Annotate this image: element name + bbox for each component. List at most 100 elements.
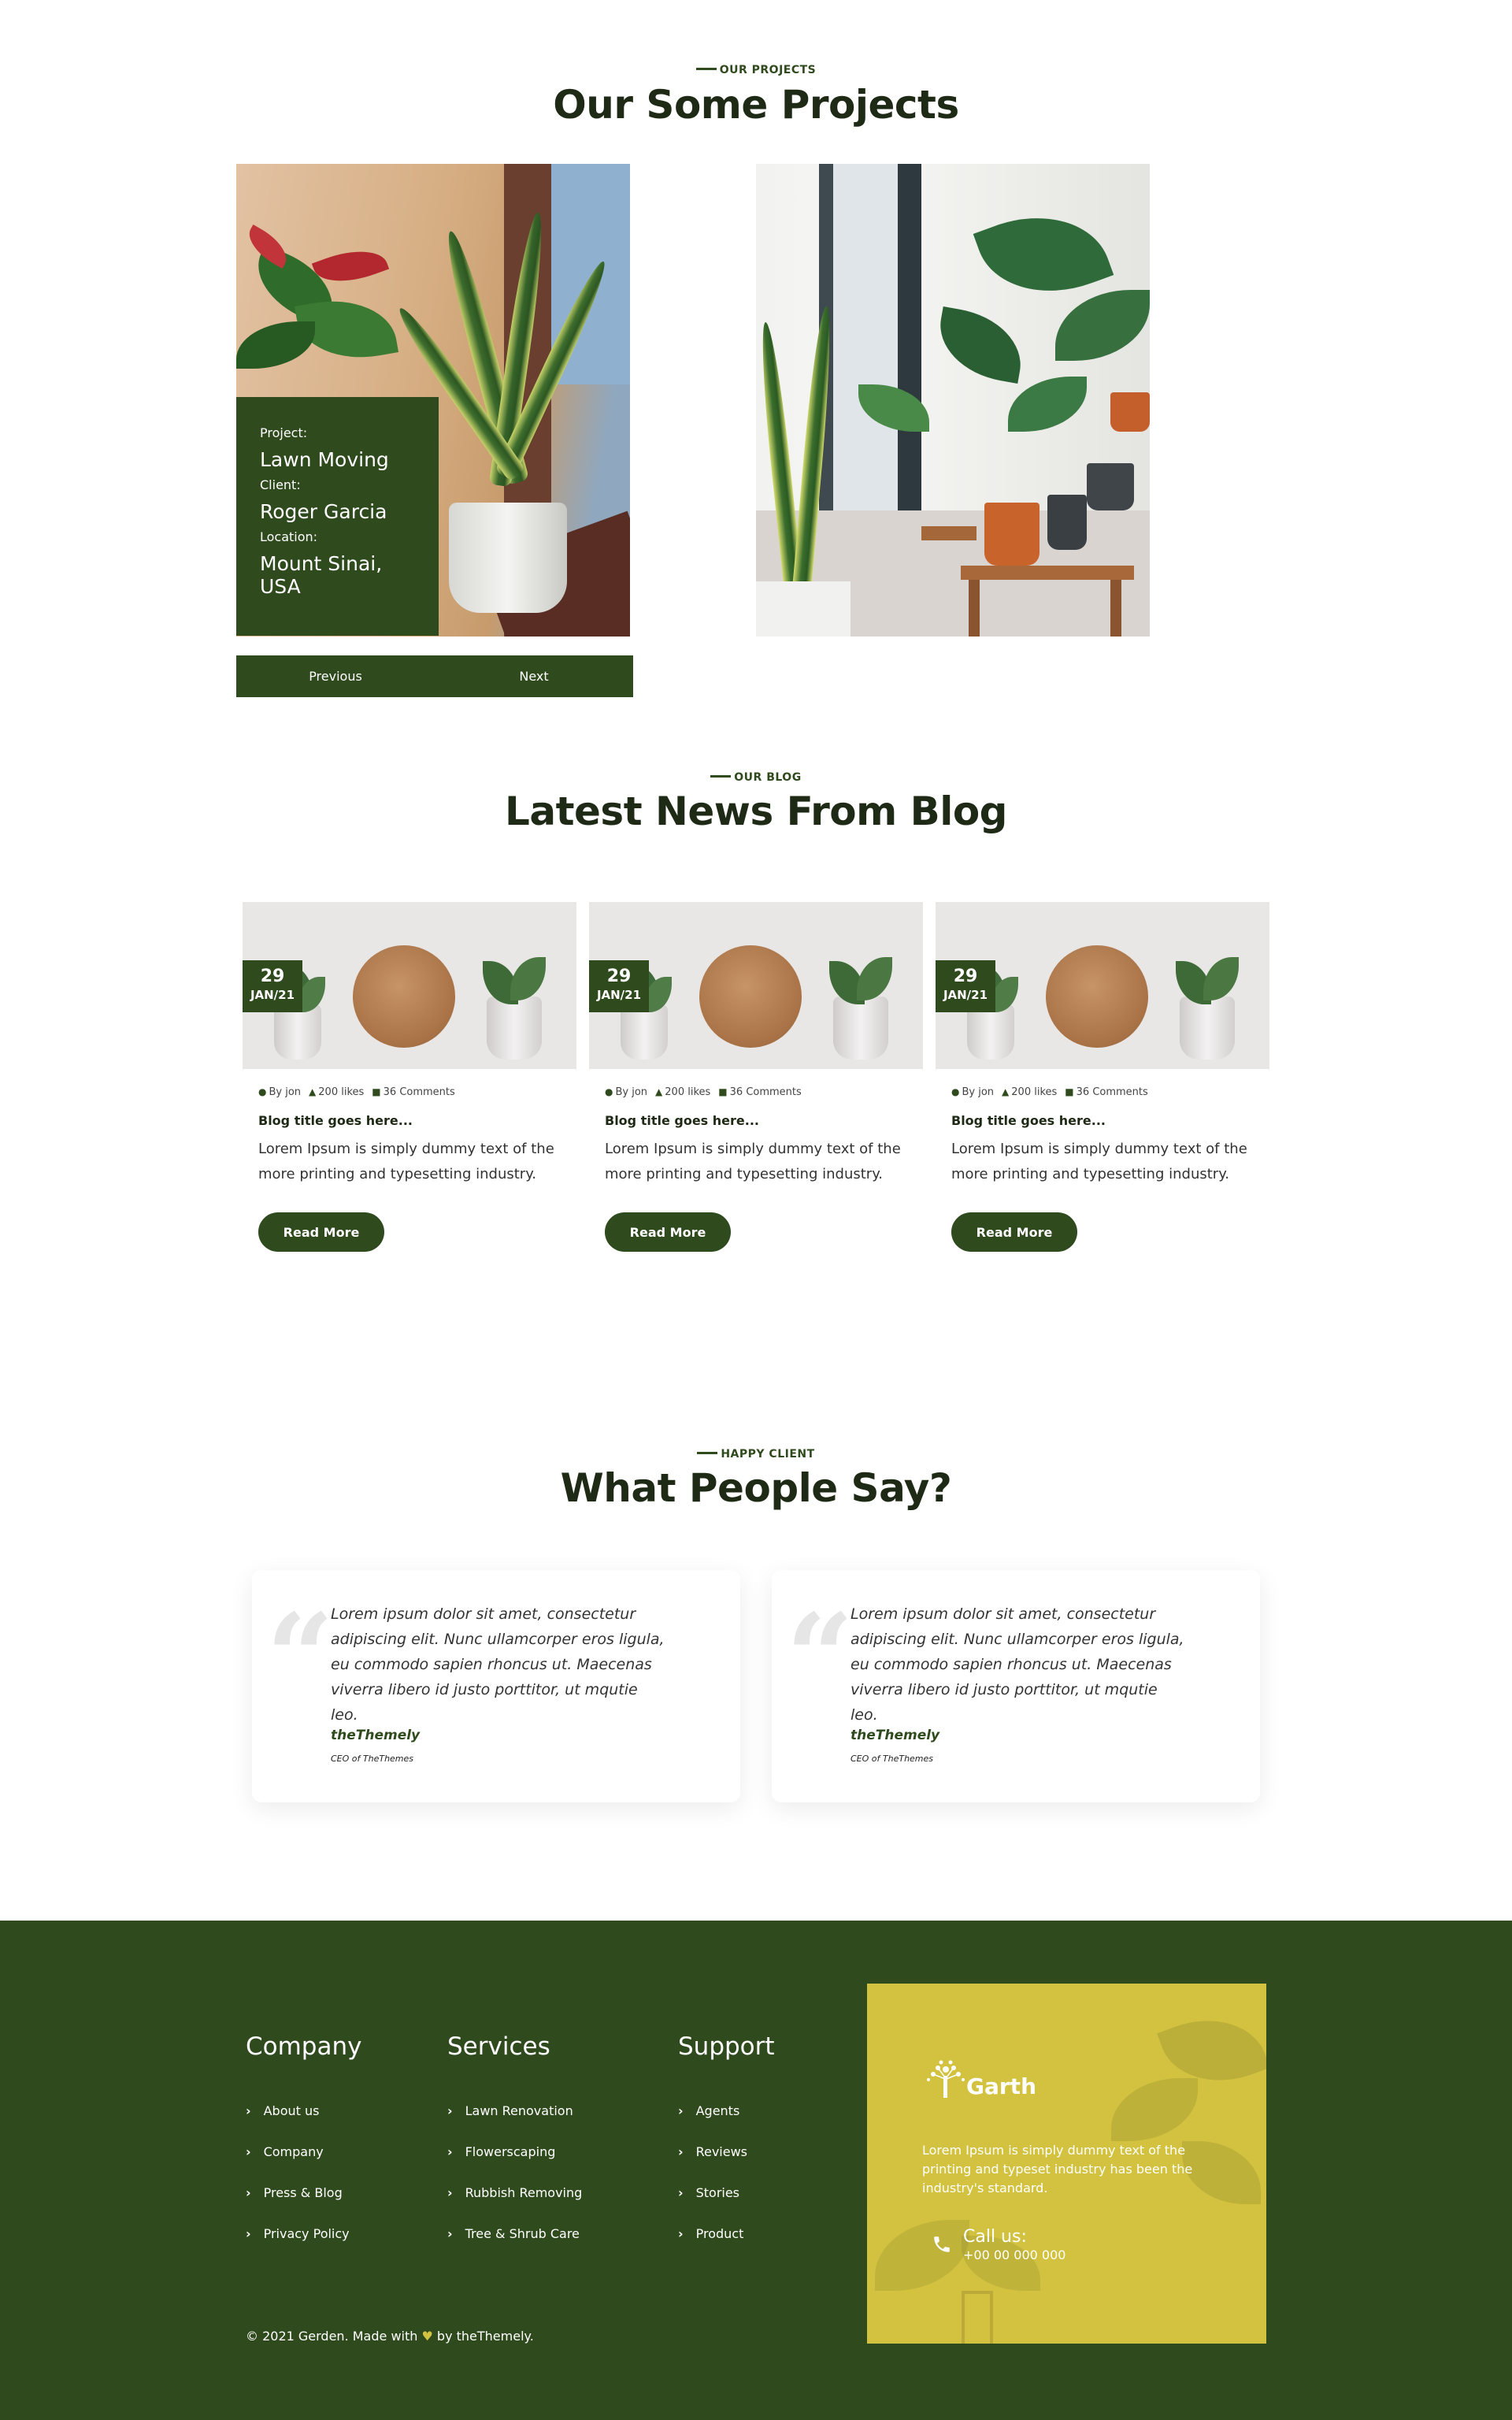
footer-link-label: Flowerscaping [465,2144,556,2159]
footer-link-label: Reviews [695,2144,748,2159]
footer-link[interactable]: › Tree & Shrub Care [447,2226,580,2241]
eyebrow-dash [710,774,732,778]
testimonial-card: “ Lorem ipsum dolor sit amet, consectetu… [252,1570,740,1802]
projects-eyebrow: OUR PROJECTS [0,64,1512,76]
footer-column-title-company: Company [246,2032,362,2061]
thumbs-up-icon: ▲ [1002,1086,1010,1097]
chevron-right-icon: › [447,2103,453,2118]
eyebrow-dash [695,67,717,70]
read-more-button[interactable]: Read More [951,1212,1077,1252]
thumbs-up-icon: ▲ [309,1086,317,1097]
blog-post-title[interactable]: Blog title goes here... [605,1113,759,1128]
footer-link[interactable]: › Rubbish Removing [447,2185,582,2200]
footer-link[interactable]: › Lawn Renovation [447,2103,573,2118]
chevron-right-icon: › [678,2226,684,2241]
promo-call-number[interactable]: +00 00 000 000 [963,2247,1065,2264]
blog-author[interactable]: By jon [962,1086,994,1098]
blog-comments[interactable]: 36 Comments [730,1086,802,1098]
blog-eyebrow: OUR BLOG [0,771,1512,784]
next-button[interactable]: Next [435,655,633,697]
footer-link-label: Rubbish Removing [465,2185,583,2200]
chevron-right-icon: › [246,2144,251,2159]
phone-icon [934,2236,950,2252]
date-month: JAN/21 [250,988,295,1002]
promo-text: Lorem Ipsum is simply dummy text of the … [922,2143,1193,2195]
blog-likes[interactable]: 200 likes [1011,1086,1057,1098]
chevron-right-icon: › [447,2144,453,2159]
chevron-right-icon: › [678,2185,684,2200]
testimonial-name: theThemely [331,1728,421,1743]
project-value: Lawn Moving [260,448,389,471]
blog-comments[interactable]: 36 Comments [384,1086,455,1098]
footer-link[interactable]: › Stories [678,2185,739,2200]
comment-icon: ■ [718,1086,728,1097]
testimonial-role: CEO of TheThemes [850,1754,934,1764]
promo-call[interactable]: Call us: +00 00 000 000 [932,2228,1065,2264]
footer-link[interactable]: › About us [246,2103,319,2118]
footer-link[interactable]: › Privacy Policy [246,2226,350,2241]
blog-likes[interactable]: 200 likes [318,1086,364,1098]
user-icon: ● [951,1086,960,1097]
testimonial-role: CEO of TheThemes [331,1754,414,1764]
footer-link-label: Lawn Renovation [465,2103,573,2118]
project-photo-2 [756,164,1150,637]
testimonial-text: Lorem ipsum dolor sit amet, consectetur … [331,1605,665,1724]
footer-link-label: Tree & Shrub Care [465,2226,580,2241]
read-more-button[interactable]: Read More [605,1212,731,1252]
footer-link[interactable]: › Company [246,2144,324,2159]
testimonials-title: What People Say? [560,1465,952,1511]
previous-button[interactable]: Previous [236,655,435,697]
footer-column-title-support: Support [678,2032,775,2061]
footer-link-label: Product [695,2226,744,2241]
blog-post-title[interactable]: Blog title goes here... [951,1113,1106,1128]
footer-link[interactable]: › Reviews [678,2144,747,2159]
read-more-button[interactable]: Read More [258,1212,384,1252]
comment-icon: ■ [372,1086,381,1097]
date-day: 29 [260,967,285,986]
footer-link[interactable]: › Press & Blog [246,2185,343,2200]
blog-card: 29 JAN/21 ● By jon ▲ 200 likes ■ 36 Comment… [589,902,923,1264]
date-badge: 29 JAN/21 [589,960,649,1012]
chevron-right-icon: › [678,2144,684,2159]
blog-comments[interactable]: 36 Comments [1077,1086,1148,1098]
blog-likes[interactable]: 200 likes [665,1086,710,1098]
footer [0,1921,1512,2420]
footer-column-title-services: Services [447,2032,550,2061]
testimonials-eyebrow-text: HAPPY CLIENT [721,1448,815,1461]
chevron-right-icon: › [246,2185,251,2200]
date-badge: 29 JAN/21 [936,960,995,1012]
project-info-card: Project: Lawn Moving Client: Roger Garci… [236,397,439,636]
testimonial-name: theThemely [850,1728,940,1743]
date-month: JAN/21 [943,988,988,1002]
blog-post-title[interactable]: Blog title goes here... [258,1113,413,1128]
footer-link[interactable]: › Flowerscaping [447,2144,555,2159]
chevron-right-icon: › [447,2185,453,2200]
blog-author[interactable]: By jon [269,1086,301,1098]
heart-icon: ♥ [421,2329,433,2344]
client-label: Client: [260,477,301,492]
location-value: Mount Sinai, USA [260,552,383,598]
eyebrow-dash [697,1451,718,1454]
copyright-suffix: by theThemely. [436,2329,534,2344]
promo-brand-name: Garth [966,2073,1037,2099]
chevron-right-icon: › [447,2226,453,2241]
blog-eyebrow-text: OUR BLOG [734,771,802,784]
chevron-right-icon: › [246,2226,251,2241]
blog-excerpt: Lorem Ipsum is simply dummy text of the … [951,1141,1247,1182]
quote-icon: “ [266,1588,335,1727]
footer-link[interactable]: › Agents [678,2103,739,2118]
blog-card: 29 JAN/21 ● By jon ▲ 200 likes ■ 36 Comment… [936,902,1269,1264]
copyright-prefix: © 2021 Gerden. Made with [246,2329,418,2344]
project-nav: Previous Next [236,655,633,697]
footer-promo-box: Garth Lorem Ipsum is simply dummy text o… [867,1984,1266,2344]
testimonial-text: Lorem ipsum dolor sit amet, consectetur … [850,1605,1184,1724]
tree-logo-icon [927,2060,965,2098]
project-label: Project: [260,425,308,440]
chevron-right-icon: › [246,2103,251,2118]
footer-link-label: Agents [695,2103,740,2118]
blog-excerpt: Lorem Ipsum is simply dummy text of the … [258,1141,554,1182]
blog-author[interactable]: By jon [615,1086,647,1098]
footer-link[interactable]: › Product [678,2226,743,2241]
copyright: © 2021 Gerden. Made with ♥ by theThemely… [246,2329,534,2344]
promo-brand: Garth [922,2058,1036,2099]
